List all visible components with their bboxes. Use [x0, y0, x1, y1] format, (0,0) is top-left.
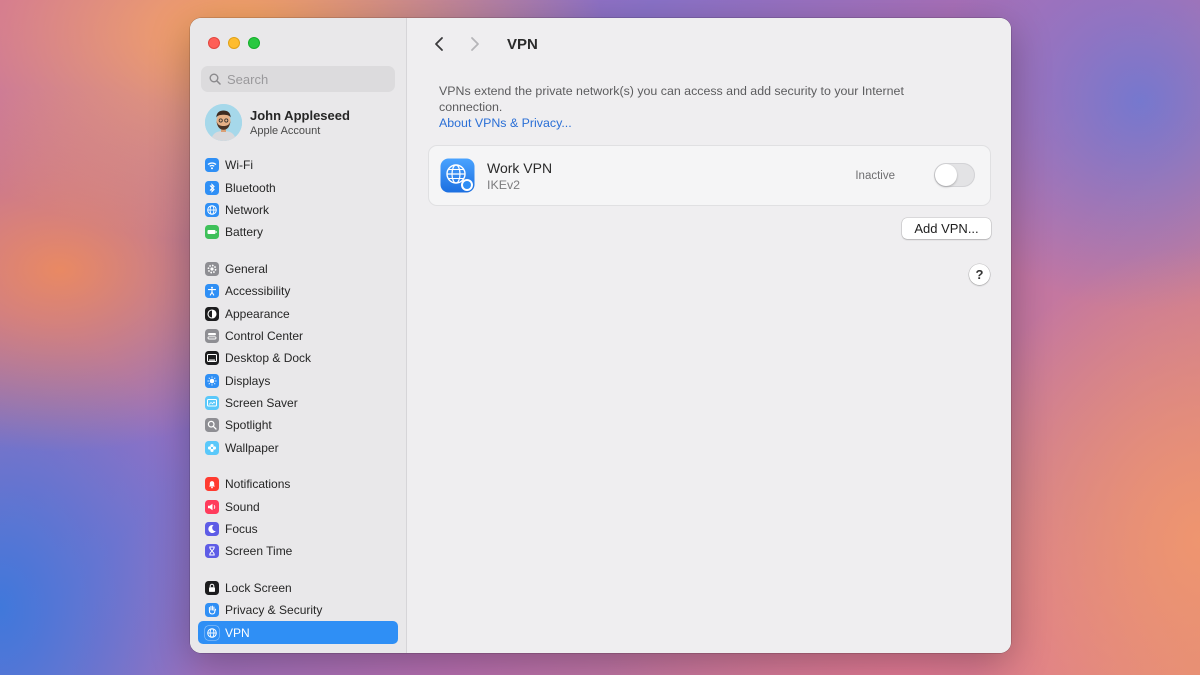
sidebar-item-label: Focus	[225, 522, 258, 537]
sidebar-item-label: Bluetooth	[225, 180, 276, 195]
sidebar: John Appleseed Apple Account Wi-Fi Blueto…	[190, 18, 407, 653]
description-text: VPNs extend the private network(s) you c…	[439, 84, 904, 114]
sidebar-item-label: Battery	[225, 225, 264, 240]
sidebar-item-label: Screen Time	[225, 544, 293, 559]
hourglass-icon	[205, 544, 219, 559]
toolbar: VPN	[407, 18, 1011, 70]
apple-account-row[interactable]: John Appleseed Apple Account	[205, 104, 350, 141]
gear-icon	[205, 261, 219, 276]
sidebar-item-general[interactable]: General	[198, 258, 398, 280]
window-controls	[208, 37, 260, 49]
vpn-name: Work VPN	[487, 159, 553, 176]
toggle-knob	[935, 164, 957, 186]
sidebar-item-label: Desktop & Dock	[225, 351, 312, 366]
sidebar-group: Wi-Fi Bluetooth Network Battery	[198, 154, 398, 244]
vpn-status-label: Inactive	[855, 169, 895, 182]
screen-saver-icon	[205, 396, 219, 411]
appearance-icon	[205, 306, 219, 321]
close-window-button[interactable]	[208, 37, 220, 49]
sun-icon	[205, 373, 219, 388]
chevron-left-icon	[435, 37, 443, 51]
dock-icon	[205, 351, 219, 366]
sidebar-item-screen-time[interactable]: Screen Time	[198, 540, 398, 562]
sidebar-item-desktop-dock[interactable]: Desktop & Dock	[198, 347, 398, 369]
lock-icon	[205, 580, 219, 595]
back-button[interactable]	[427, 32, 451, 56]
search-field[interactable]	[201, 66, 395, 92]
sidebar-item-focus[interactable]: Focus	[198, 518, 398, 540]
sidebar-group: Notifications Sound Focus Screen Time	[198, 473, 398, 563]
sidebar-item-privacy-security[interactable]: Privacy & Security	[198, 599, 398, 621]
sidebar-item-battery[interactable]: Battery	[198, 221, 398, 243]
account-name: John Appleseed	[250, 108, 350, 123]
wifi-icon	[205, 158, 219, 173]
sidebar-item-bluetooth[interactable]: Bluetooth	[198, 176, 398, 198]
sidebar-item-label: Wi-Fi	[225, 158, 253, 173]
sidebar-group: Lock Screen Privacy & Security VPN	[198, 577, 398, 644]
chevron-right-icon	[471, 37, 479, 51]
vpn-toggle[interactable]	[934, 163, 975, 187]
accessibility-icon	[205, 284, 219, 299]
hand-icon	[205, 603, 219, 618]
control-center-icon	[205, 328, 219, 343]
battery-icon	[205, 225, 219, 240]
sidebar-item-control-center[interactable]: Control Center	[198, 325, 398, 347]
sidebar-item-label: Privacy & Security	[225, 603, 323, 618]
moon-icon	[205, 522, 219, 537]
globe-icon	[205, 202, 219, 217]
sidebar-item-label: General	[225, 261, 268, 276]
sidebar-item-lock-screen[interactable]: Lock Screen	[198, 577, 398, 599]
magnifier-icon	[205, 418, 219, 433]
sidebar-item-wallpaper[interactable]: Wallpaper	[198, 437, 398, 459]
forward-button[interactable]	[463, 32, 487, 56]
main-pane: VPN VPNs extend the private network(s) y…	[407, 18, 1011, 653]
search-icon	[209, 73, 221, 85]
avatar	[205, 104, 242, 141]
vpn-list-row[interactable]: Work VPN IKEv2 Inactive	[428, 145, 991, 206]
sidebar-item-label: Displays	[225, 373, 271, 388]
sidebar-item-appearance[interactable]: Appearance	[198, 302, 398, 324]
sidebar-item-displays[interactable]: Displays	[198, 370, 398, 392]
search-input[interactable]	[227, 71, 387, 87]
flower-icon	[205, 440, 219, 455]
sidebar-item-label: Lock Screen	[225, 580, 292, 595]
sidebar-item-wifi[interactable]: Wi-Fi	[198, 154, 398, 176]
sidebar-item-label: Spotlight	[225, 418, 272, 433]
add-vpn-button[interactable]: Add VPN...	[902, 218, 991, 239]
sidebar-group: General Accessibility Appearance Control Ce…	[198, 258, 398, 460]
account-subtitle: Apple Account	[250, 125, 321, 137]
sidebar-item-label: Accessibility	[225, 284, 291, 299]
sidebar-item-notifications[interactable]: Notifications	[198, 473, 398, 495]
sidebar-item-spotlight[interactable]: Spotlight	[198, 414, 398, 436]
sidebar-item-label: Sound	[225, 499, 260, 514]
sidebar-item-vpn[interactable]: VPN	[198, 621, 398, 644]
page-title: VPN	[507, 35, 538, 53]
sidebar-item-sound[interactable]: Sound	[198, 495, 398, 517]
bluetooth-icon	[205, 180, 219, 195]
settings-window: John Appleseed Apple Account Wi-Fi Blueto…	[190, 18, 1011, 653]
help-button[interactable]: ?	[969, 264, 990, 285]
vpn-globe-icon	[440, 158, 475, 193]
sidebar-item-label: VPN	[225, 625, 250, 640]
sidebar-item-label: Screen Saver	[225, 396, 298, 411]
sidebar-item-label: Network	[225, 202, 270, 217]
sidebar-item-label: Notifications	[225, 477, 291, 492]
sidebar-nav: Wi-Fi Bluetooth Network Battery General Acces…	[198, 154, 398, 653]
sidebar-item-accessibility[interactable]: Accessibility	[198, 280, 398, 302]
zoom-window-button[interactable]	[248, 37, 260, 49]
globe-icon	[205, 625, 219, 640]
bell-icon	[205, 477, 219, 492]
sidebar-item-label: Wallpaper	[225, 440, 279, 455]
about-vpn-privacy-link[interactable]: About VPNs & Privacy...	[439, 115, 572, 131]
minimize-window-button[interactable]	[228, 37, 240, 49]
sidebar-item-label: Appearance	[225, 306, 290, 321]
vpn-type: IKEv2	[487, 177, 521, 192]
speaker-icon	[205, 499, 219, 514]
sidebar-item-network[interactable]: Network	[198, 199, 398, 221]
sidebar-item-screen-saver[interactable]: Screen Saver	[198, 392, 398, 414]
vpn-description: VPNs extend the private network(s) you c…	[439, 83, 909, 131]
sidebar-item-label: Control Center	[225, 328, 304, 343]
